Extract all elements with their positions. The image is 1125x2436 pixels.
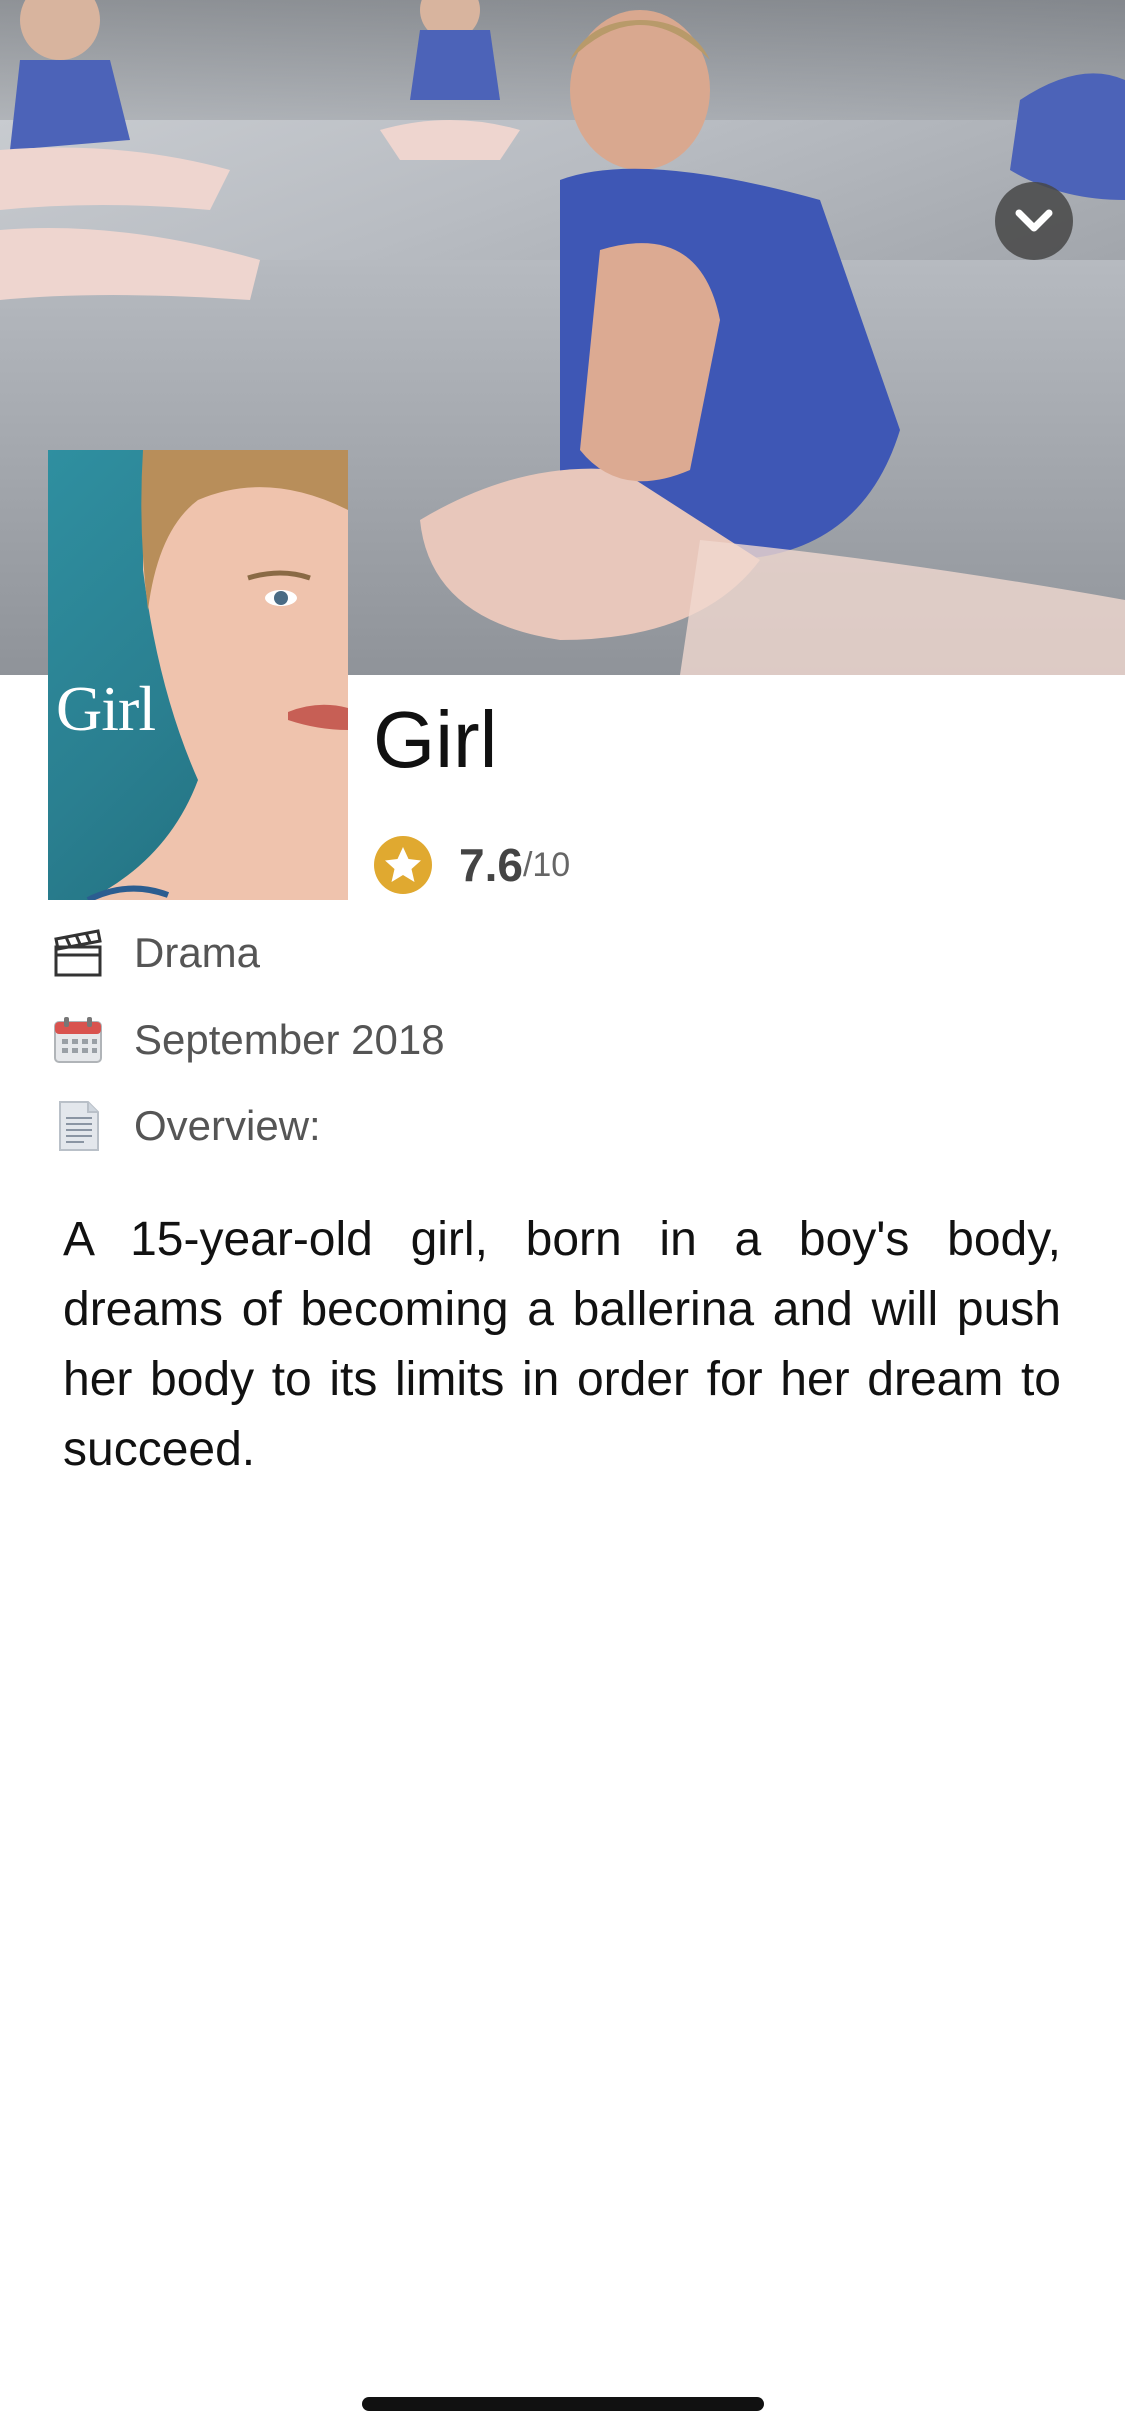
home-indicator[interactable] (362, 2397, 764, 2411)
overview-row: Overview: (52, 1100, 321, 1152)
chevron-down-icon (1015, 209, 1053, 232)
document-icon (52, 1100, 104, 1152)
movie-title: Girl (373, 695, 498, 784)
movie-poster: Girl (48, 450, 348, 900)
genre-row: Drama (52, 927, 260, 979)
release-date-row: September 2018 (52, 1014, 445, 1066)
star-icon (374, 836, 432, 894)
rating-row: 7.6 /10 (373, 835, 570, 895)
clapperboard-icon (52, 927, 104, 979)
overview-text: A 15-year-old girl, born in a boy's body… (63, 1213, 1061, 1476)
calendar-icon (52, 1014, 104, 1066)
collapse-button[interactable] (995, 182, 1073, 260)
genre-label: Drama (134, 929, 261, 976)
overview-label: Overview: (134, 1102, 321, 1149)
release-date-label: September 2018 (134, 1016, 445, 1063)
rating-value: 7.6 (459, 839, 523, 891)
poster-title: Girl (56, 673, 156, 744)
rating-max: /10 (522, 845, 571, 884)
